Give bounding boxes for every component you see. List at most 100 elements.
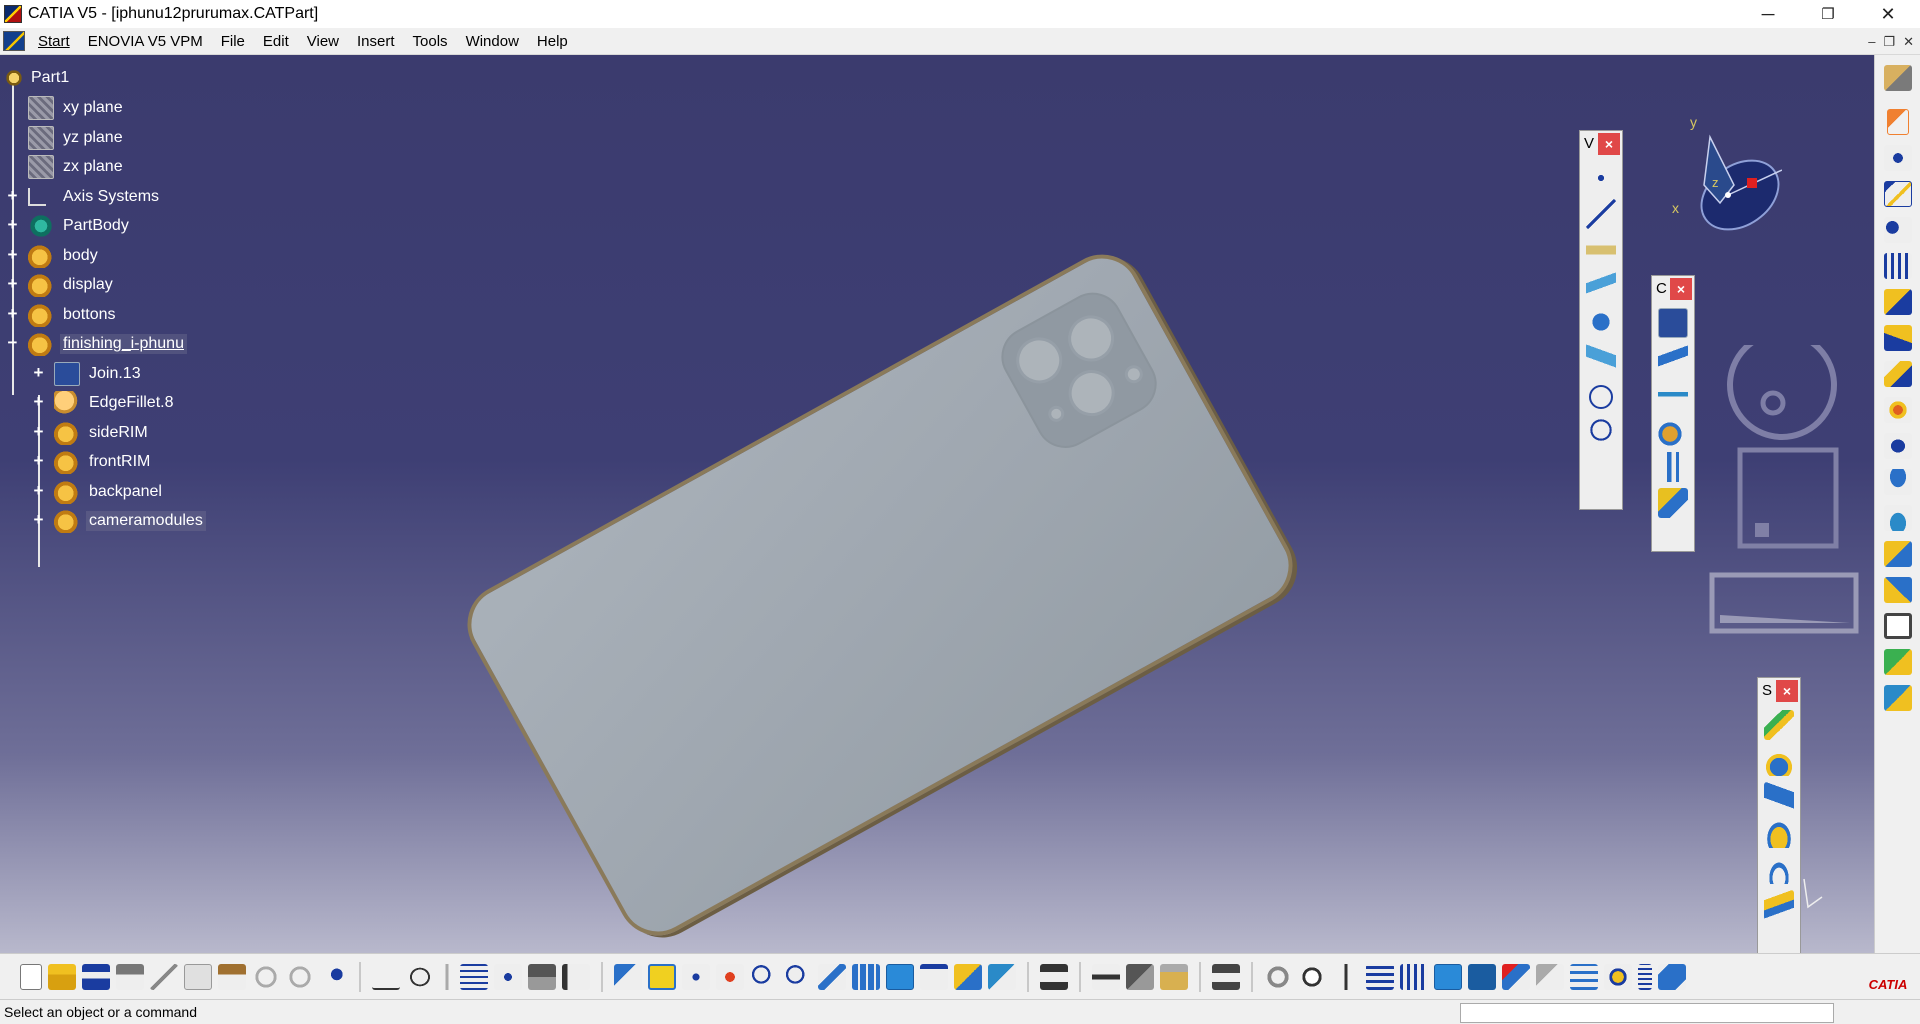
manipulator-icon[interactable] xyxy=(1298,963,1326,990)
tree-icon[interactable] xyxy=(1366,963,1394,990)
catalog-icon[interactable] xyxy=(494,963,522,990)
boolean-icon[interactable] xyxy=(1883,433,1912,459)
hierarchy-icon[interactable] xyxy=(1570,963,1598,990)
menu-insert[interactable]: Insert xyxy=(348,28,404,55)
redo-icon[interactable] xyxy=(286,963,314,990)
extract-icon[interactable] xyxy=(1658,452,1688,482)
expand-icon[interactable]: + xyxy=(5,275,20,292)
workbench-icon[interactable] xyxy=(1883,65,1912,91)
loft-icon[interactable] xyxy=(1764,854,1794,884)
swap-space-icon[interactable] xyxy=(988,963,1016,990)
close-button[interactable]: ✕ xyxy=(1860,0,1916,28)
knowledge-icon[interactable] xyxy=(528,963,556,990)
expand-icon[interactable]: + xyxy=(31,393,46,410)
slot-icon[interactable] xyxy=(1883,685,1912,711)
expand-icon[interactable]: + xyxy=(31,364,46,381)
comment-icon[interactable] xyxy=(406,963,434,990)
shading-icon[interactable] xyxy=(920,963,948,990)
hole-icon[interactable] xyxy=(1883,613,1912,639)
cube-icon[interactable] xyxy=(1468,963,1496,990)
help-icon[interactable] xyxy=(320,963,348,990)
constraint-icon[interactable] xyxy=(1502,963,1530,990)
expand-icon[interactable]: + xyxy=(5,187,20,204)
select-icon[interactable] xyxy=(1886,109,1909,135)
menu-window[interactable]: Window xyxy=(457,28,528,55)
command-input[interactable] xyxy=(1460,1003,1834,1023)
menu-file[interactable]: File xyxy=(212,28,254,55)
open-icon[interactable] xyxy=(48,963,76,990)
intersection-icon[interactable] xyxy=(1586,307,1616,337)
shell-icon[interactable] xyxy=(1883,541,1912,567)
split-icon[interactable] xyxy=(1658,344,1688,374)
toolbar-close-button[interactable]: × xyxy=(1776,680,1798,702)
fit-all-icon[interactable] xyxy=(648,963,676,990)
toolbar-surfaces[interactable]: C × xyxy=(1651,275,1695,552)
doc-minimize-button[interactable]: – xyxy=(1868,34,1875,49)
curve-icon[interactable] xyxy=(1536,963,1564,990)
shaft-icon[interactable] xyxy=(1883,361,1912,387)
expand-icon[interactable]: + xyxy=(31,452,46,469)
print-icon[interactable] xyxy=(116,963,144,990)
toolbar-close-button[interactable]: × xyxy=(1598,133,1620,155)
tree-node-xy-plane[interactable]: xy plane xyxy=(28,94,126,122)
pan-icon[interactable] xyxy=(682,963,710,990)
repetition-icon[interactable] xyxy=(1883,217,1912,243)
tree-node-frontrim[interactable]: frontRIM xyxy=(54,448,153,476)
plane-icon[interactable] xyxy=(1586,235,1616,265)
grid-icon[interactable] xyxy=(1400,963,1428,990)
box-icon[interactable] xyxy=(1434,963,1462,990)
tree-node-partbody[interactable]: PartBody xyxy=(28,212,132,240)
tree-node-bottons[interactable]: bottons xyxy=(28,301,118,329)
list-icon[interactable] xyxy=(1638,963,1652,990)
iso-view-icon[interactable] xyxy=(886,963,914,990)
toolbar-close-button[interactable]: × xyxy=(1670,278,1692,300)
measure-icon[interactable] xyxy=(1092,963,1120,990)
expand-icon[interactable]: + xyxy=(31,423,46,440)
tree-root-part1[interactable]: Part1 xyxy=(2,64,72,92)
expand-icon[interactable]: + xyxy=(5,305,20,322)
update-icon[interactable] xyxy=(1040,963,1068,990)
tree-node-yz-plane[interactable]: yz plane xyxy=(28,124,126,152)
menu-help[interactable]: Help xyxy=(528,28,577,55)
undo-icon[interactable] xyxy=(252,963,280,990)
join-icon[interactable] xyxy=(1658,308,1688,338)
tree-node-cameramodules[interactable]: cameramodules xyxy=(54,507,206,535)
thickness-icon[interactable] xyxy=(1883,577,1912,603)
new-icon[interactable] xyxy=(20,963,42,990)
table-icon[interactable] xyxy=(460,963,488,990)
revolve-icon[interactable] xyxy=(1764,746,1794,776)
extrude-icon[interactable] xyxy=(1764,710,1794,740)
projection-icon[interactable] xyxy=(1586,271,1616,301)
menu-edit[interactable]: Edit xyxy=(254,28,298,55)
tree-node-edgefillet8[interactable]: EdgeFillet.8 xyxy=(54,389,177,417)
light-icon[interactable] xyxy=(440,963,454,990)
menu-enovia[interactable]: ENOVIA V5 VPM xyxy=(79,28,212,55)
fill-icon[interactable] xyxy=(1764,818,1794,848)
formula-icon[interactable] xyxy=(372,964,400,990)
surface-icon[interactable] xyxy=(1658,963,1686,990)
phone-model[interactable] xyxy=(453,240,1307,950)
tree-node-finishing[interactable]: finishing_i-phunu xyxy=(28,330,187,358)
camera-module[interactable] xyxy=(990,281,1168,459)
zoom-in-icon[interactable] xyxy=(750,963,778,990)
tree-node-axis-systems[interactable]: Axis Systems xyxy=(28,183,162,211)
fillet-icon[interactable] xyxy=(1883,469,1912,495)
transform-icon[interactable] xyxy=(1658,488,1688,518)
document-icon[interactable] xyxy=(3,31,25,51)
3d-viewport[interactable]: Part1 xy plane yz plane zx plane + Axis … xyxy=(0,55,1874,953)
axis-system-icon[interactable] xyxy=(1332,963,1360,990)
grid-icon[interactable] xyxy=(1883,253,1912,279)
pocket-icon[interactable] xyxy=(1883,325,1912,351)
sketch-icon[interactable] xyxy=(1883,181,1912,207)
normal-view-icon[interactable] xyxy=(818,963,846,990)
measure-item-icon[interactable] xyxy=(1126,963,1154,990)
expand-icon[interactable]: + xyxy=(5,216,20,233)
catia-app-icon[interactable] xyxy=(4,5,22,23)
fly-icon[interactable] xyxy=(614,963,642,990)
capture-icon[interactable] xyxy=(1212,963,1240,990)
point-icon[interactable] xyxy=(1586,163,1616,193)
maximize-button[interactable]: ❐ xyxy=(1800,0,1856,28)
tree-node-backpanel[interactable]: backpanel xyxy=(54,478,165,506)
specification-tree[interactable]: Part1 xy plane yz plane zx plane + Axis … xyxy=(0,61,320,621)
circle-icon[interactable] xyxy=(1589,385,1613,409)
